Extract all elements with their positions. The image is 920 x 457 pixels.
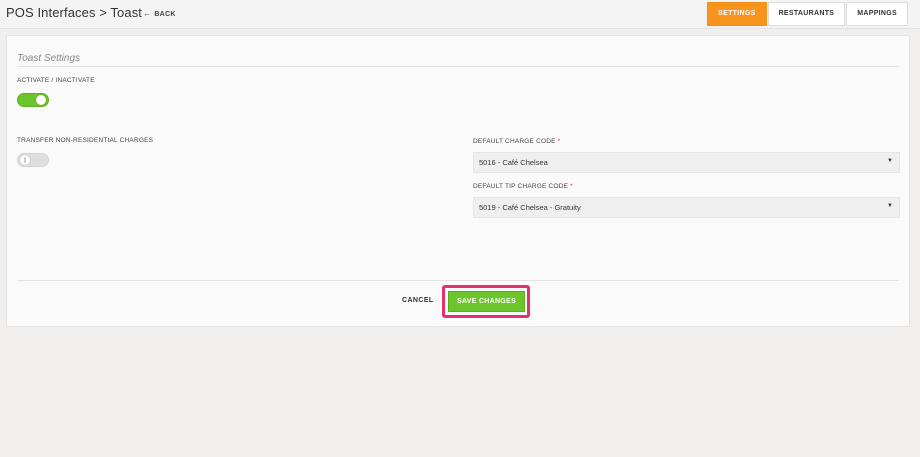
top-bar: POS Interfaces > Toast ← BACK SETTINGS RE… xyxy=(0,0,920,29)
default-tip-charge-code-label: DEFAULT TIP CHARGE CODE * xyxy=(473,183,573,190)
required-mark: * xyxy=(570,183,573,190)
toggle-knob xyxy=(36,95,46,105)
toggle-knob xyxy=(20,155,30,165)
section-title: Toast Settings xyxy=(17,53,81,64)
transfer-toggle[interactable] xyxy=(17,153,49,167)
tab-mappings[interactable]: MAPPINGS xyxy=(846,2,908,26)
settings-card: Toast Settings ACTIVATE / INACTIVATE TRA… xyxy=(6,35,910,327)
tab-restaurants[interactable]: RESTAURANTS xyxy=(767,2,846,26)
activate-label: ACTIVATE / INACTIVATE xyxy=(17,77,95,84)
caret-down-icon: ▼ xyxy=(887,203,893,209)
required-mark: * xyxy=(557,138,561,145)
transfer-label: TRANSFER NON-RESIDENTIAL CHARGES xyxy=(17,137,154,144)
actions-divider xyxy=(17,280,899,281)
save-changes-button[interactable]: SAVE CHANGES xyxy=(448,291,525,312)
default-tip-charge-code-select[interactable]: 5019 - Café Chelsea - Gratuity ▼ xyxy=(473,197,900,218)
tab-settings[interactable]: SETTINGS xyxy=(707,2,767,26)
section-divider xyxy=(17,66,899,67)
caret-down-icon: ▼ xyxy=(887,158,893,164)
default-charge-code-select[interactable]: 5016 - Café Chelsea ▼ xyxy=(473,152,900,173)
page-title: POS Interfaces > Toast xyxy=(6,5,143,20)
default-charge-code-value: 5016 - Café Chelsea xyxy=(479,158,548,167)
default-tip-charge-code-value: 5019 - Café Chelsea - Gratuity xyxy=(479,203,581,212)
arrow-left-icon: ← xyxy=(143,9,152,18)
default-charge-code-label: DEFAULT CHARGE CODE * xyxy=(473,138,560,145)
back-link[interactable]: ← BACK xyxy=(143,9,176,18)
tab-bar: SETTINGS RESTAURANTS MAPPINGS xyxy=(706,2,908,26)
default-tip-charge-code-label-text: DEFAULT TIP CHARGE CODE xyxy=(473,183,569,190)
cancel-button[interactable]: CANCEL xyxy=(402,297,434,304)
activate-toggle[interactable] xyxy=(17,93,49,107)
back-label: BACK xyxy=(154,11,176,18)
default-charge-code-label-text: DEFAULT CHARGE CODE xyxy=(473,138,556,145)
